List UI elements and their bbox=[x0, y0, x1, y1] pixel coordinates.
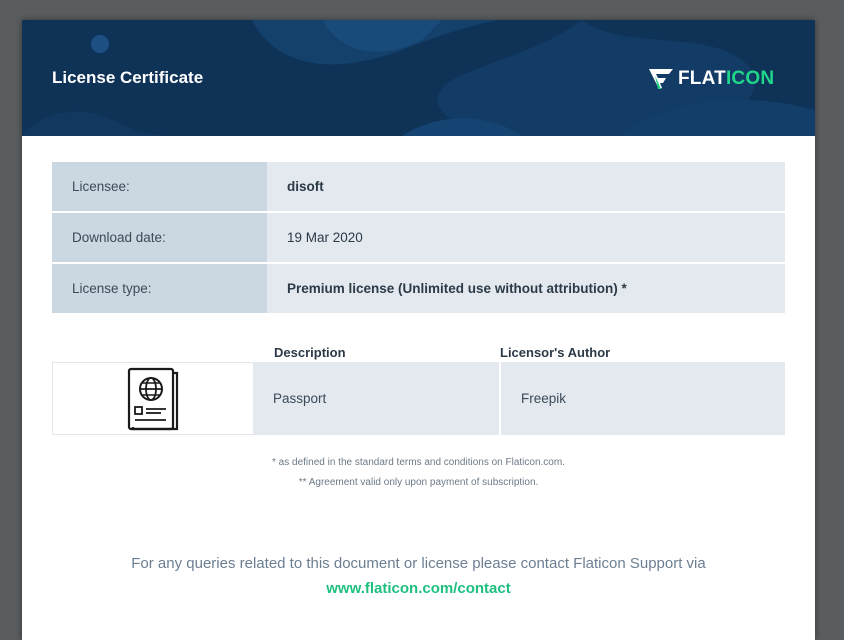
description-column-header: Description bbox=[274, 345, 346, 360]
passport-icon bbox=[127, 367, 179, 430]
info-row-license-type: License type: Premium license (Unlimited… bbox=[52, 264, 785, 313]
info-row-download-date: Download date: 19 Mar 2020 bbox=[52, 213, 785, 262]
icon-author: Freepik bbox=[501, 362, 785, 435]
author-column-header: Licensor's Author bbox=[500, 345, 611, 360]
licensee-label: Licensee: bbox=[52, 162, 267, 211]
flaticon-logo[interactable]: FLATICON bbox=[648, 66, 774, 92]
contact-link[interactable]: www.flaticon.com/contact bbox=[22, 580, 815, 597]
download-date-value: 19 Mar 2020 bbox=[267, 213, 785, 262]
license-certificate-page: License Certificate FLATICON Licensee: d… bbox=[22, 20, 815, 640]
icon-preview-cell bbox=[52, 362, 253, 435]
icons-table-header: Description Licensor's Author bbox=[52, 342, 785, 362]
flaticon-logo-icon bbox=[649, 69, 673, 89]
footnote-terms: * as defined in the standard terms and c… bbox=[272, 457, 565, 468]
info-row-licensee: Licensee: disoft bbox=[52, 162, 785, 211]
license-type-label: License type: bbox=[52, 264, 267, 313]
licensee-value: disoft bbox=[267, 162, 785, 211]
footnote-subscription: ** Agreement valid only upon payment of … bbox=[298, 477, 539, 488]
certificate-header: License Certificate FLATICON bbox=[22, 20, 815, 136]
download-date-label: Download date: bbox=[52, 213, 267, 262]
table-row: Passport Freepik bbox=[52, 362, 785, 435]
logo-word-icon: ICON bbox=[725, 68, 775, 89]
certificate-title: License Certificate bbox=[52, 68, 204, 87]
license-type-value: Premium license (Unlimited use without a… bbox=[267, 264, 785, 313]
icon-description: Passport bbox=[253, 362, 501, 435]
logo-word-flat: FLAT bbox=[678, 68, 726, 89]
contact-text: For any queries related to this document… bbox=[131, 555, 706, 572]
license-info-table: Licensee: disoft Download date: 19 Mar 2… bbox=[52, 162, 785, 315]
